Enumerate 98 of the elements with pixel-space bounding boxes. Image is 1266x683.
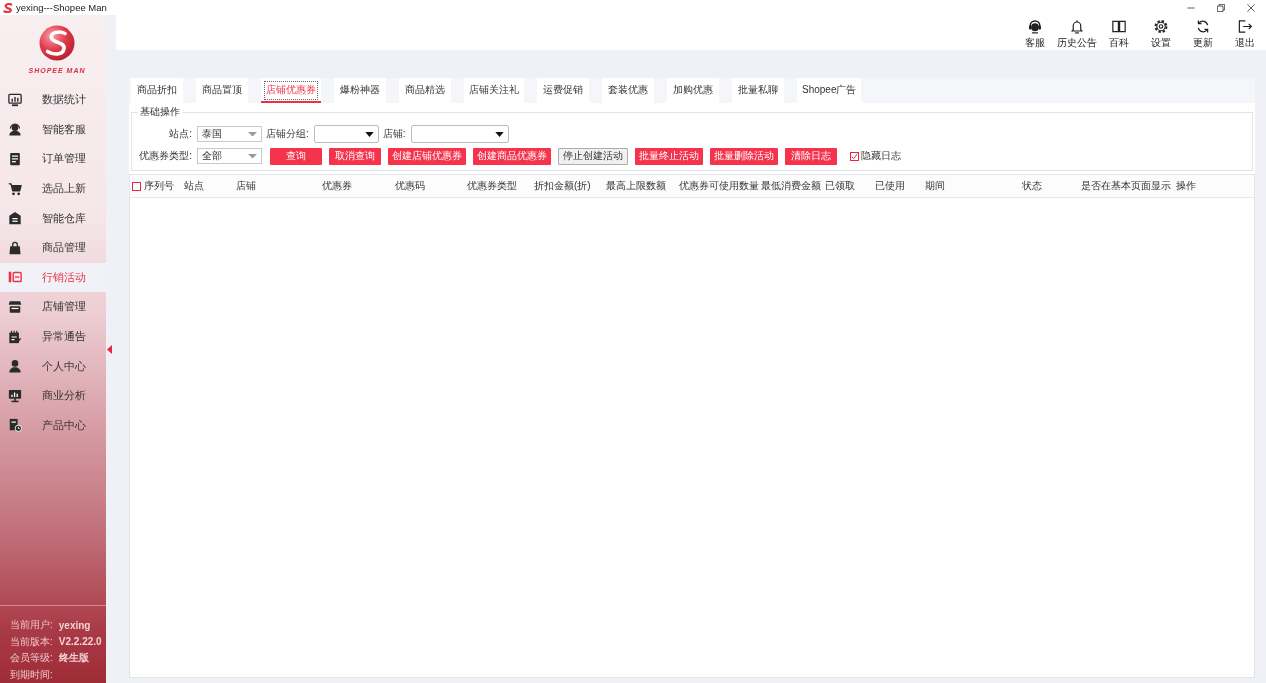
- account-label: 当前版本:: [10, 634, 53, 649]
- field-label: 站点:: [168, 127, 192, 141]
- column-header: 优惠券: [322, 179, 352, 193]
- field-label: 店铺分组:: [266, 127, 309, 141]
- nav-item[interactable]: 订单管理: [0, 144, 106, 174]
- column-header: 状态: [1022, 179, 1042, 193]
- headset-icon: [1027, 19, 1043, 34]
- tab[interactable]: 商品置顶: [196, 78, 248, 103]
- close-icon: [1247, 3, 1255, 12]
- column-header: 折扣金额(折): [534, 179, 591, 193]
- monitor-chart-icon: [8, 388, 22, 403]
- column-header: 是否在基本页面显示: [1081, 179, 1171, 193]
- document-clock-icon: [8, 418, 22, 433]
- nav-item[interactable]: 智能客服: [0, 114, 106, 145]
- toolbar-button[interactable]: 设置: [1140, 15, 1182, 50]
- column-header: 期间: [925, 179, 945, 193]
- cart-icon: [8, 181, 22, 196]
- checkbox-label[interactable]: 隐藏日志: [861, 149, 901, 163]
- column-header: 最高上限数额: [606, 179, 666, 193]
- tab[interactable]: 加购优惠: [667, 78, 719, 103]
- action-button[interactable]: 取消查询: [329, 147, 381, 165]
- dropdown[interactable]: 全部: [197, 148, 262, 164]
- refresh-icon: [1195, 19, 1211, 34]
- column-header: 站点: [184, 179, 204, 193]
- action-button[interactable]: 批量删除活动: [710, 147, 778, 165]
- window-title: yexing---Shopee Man: [16, 2, 107, 13]
- logo-icon: [39, 25, 75, 61]
- select-all-checkbox[interactable]: [132, 181, 141, 191]
- notepad-icon: [8, 329, 22, 344]
- tab[interactable]: 批量私聊: [732, 78, 784, 103]
- field-label: 店铺:: [382, 127, 406, 141]
- account-value: yexing: [58, 619, 91, 631]
- tab[interactable]: 店铺关注礼: [464, 78, 524, 103]
- caret-down-icon: [248, 153, 257, 159]
- logo-icon: [3, 2, 13, 13]
- action-button[interactable]: 查询: [270, 147, 322, 165]
- column-header: 已使用: [875, 179, 905, 193]
- action-button[interactable]: 批量终止活动: [635, 147, 703, 165]
- nav-item[interactable]: 选品上新: [0, 173, 106, 204]
- action-button[interactable]: 停止创建活动: [558, 147, 628, 165]
- caret-down-icon: [364, 131, 374, 137]
- column-header: 优惠码: [395, 179, 425, 193]
- nav-item[interactable]: 店铺管理: [0, 292, 106, 322]
- column-header: 操作: [1176, 179, 1196, 193]
- account-value: 终生版: [58, 651, 89, 666]
- restore-icon: [1217, 3, 1225, 12]
- nav-item[interactable]: 智能仓库: [0, 203, 106, 233]
- nav-item[interactable]: 商业分析: [0, 380, 106, 411]
- list-board-icon: [8, 270, 22, 285]
- tab[interactable]: 商品精选: [399, 78, 451, 103]
- book-icon: [1111, 19, 1127, 34]
- person-icon: [8, 359, 22, 374]
- tab[interactable]: 商品折扣: [131, 78, 183, 103]
- caret-down-icon: [494, 131, 504, 137]
- monitor-chart-icon: [8, 92, 22, 107]
- tab[interactable]: 运费促销: [537, 78, 589, 103]
- column-header: 序列号: [144, 179, 174, 193]
- warehouse-icon: [8, 211, 22, 226]
- field-label: 优惠券类型:: [138, 149, 192, 163]
- nav-item[interactable]: 商品管理: [0, 232, 106, 263]
- document-icon: [8, 152, 22, 166]
- tab[interactable]: 爆粉神器: [334, 78, 386, 103]
- bag-icon: [8, 240, 22, 255]
- checkmark-icon: [851, 152, 858, 160]
- toolbar-button[interactable]: 历史公告: [1056, 15, 1098, 50]
- checkbox[interactable]: [850, 151, 859, 161]
- account-label: 到期时间:: [10, 667, 53, 682]
- action-button[interactable]: 创建店铺优惠券: [388, 147, 466, 165]
- action-button[interactable]: 创建商品优惠券: [473, 147, 551, 165]
- nav-item[interactable]: 行销活动: [0, 262, 106, 293]
- toolbar-button[interactable]: 退出: [1224, 15, 1266, 50]
- shop-icon: [8, 299, 22, 314]
- nav-item[interactable]: 产品中心: [0, 410, 106, 441]
- toolbar-button[interactable]: 百科: [1098, 15, 1140, 50]
- nav-item[interactable]: 个人中心: [0, 351, 106, 381]
- settings-icon: [1153, 19, 1169, 34]
- toolbar-button[interactable]: 更新: [1182, 15, 1224, 50]
- dropdown[interactable]: 泰国: [197, 126, 262, 142]
- tab[interactable]: 店铺优惠券: [261, 78, 321, 103]
- nav-item[interactable]: 异常通告: [0, 321, 106, 352]
- column-header: 店铺: [236, 179, 256, 193]
- column-header: 已领取: [825, 179, 855, 193]
- headset-person-icon: [8, 122, 22, 137]
- column-header: 最低消费金额: [761, 179, 821, 193]
- caret-down-icon: [248, 131, 257, 137]
- account-label: 当前用户:: [10, 618, 53, 633]
- toolbar-button[interactable]: 客服: [1014, 15, 1056, 50]
- logout-icon: [1237, 19, 1253, 34]
- account-value: V2.2.22.0: [58, 636, 102, 648]
- group-title: 基础操作: [139, 105, 181, 119]
- nav-item[interactable]: 数据统计: [0, 85, 106, 115]
- action-button[interactable]: 清除日志: [785, 147, 837, 165]
- column-header: 优惠券可使用数量: [679, 179, 759, 193]
- tab[interactable]: 套装优惠: [602, 78, 654, 103]
- bell-icon: [1069, 19, 1085, 34]
- column-header: 优惠券类型: [467, 179, 517, 193]
- account-label: 会员等级:: [10, 651, 53, 666]
- tab[interactable]: Shopee广告: [797, 78, 862, 103]
